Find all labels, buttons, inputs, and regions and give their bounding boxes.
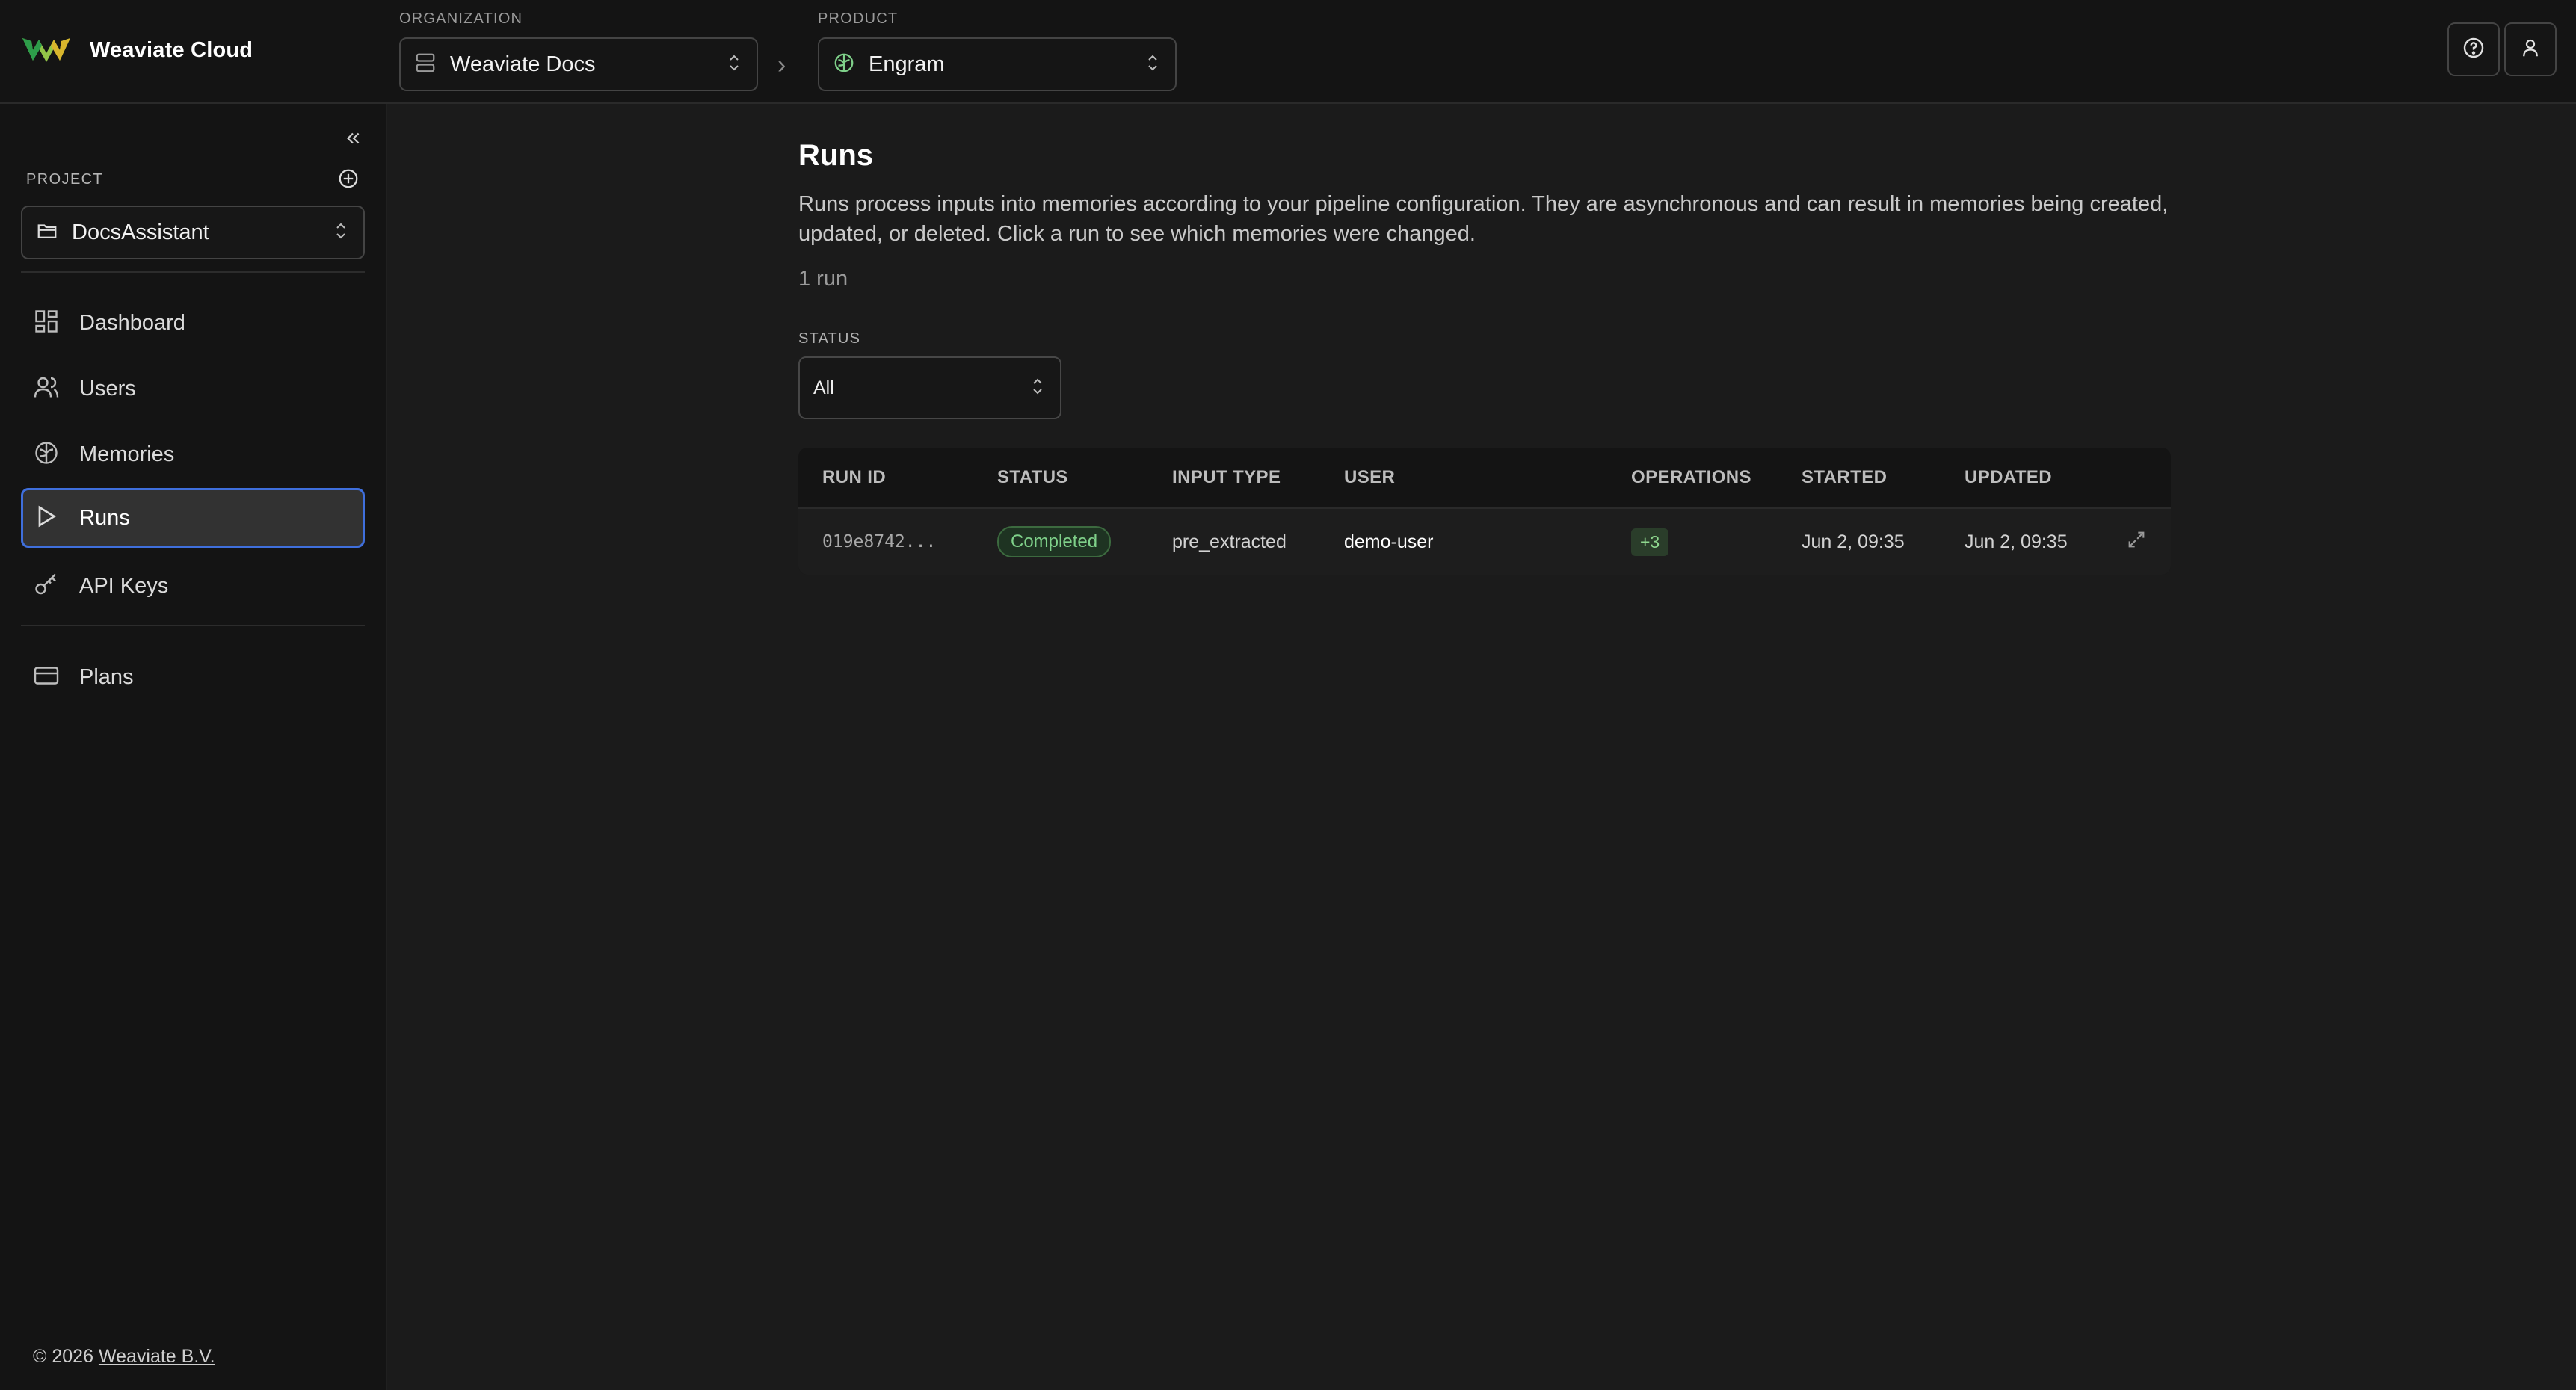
brand[interactable]: Weaviate Cloud	[19, 31, 253, 69]
product-caption: PRODUCT	[818, 10, 899, 27]
column-header-updated[interactable]: UPDATED	[1965, 467, 2052, 488]
product-value: Engram	[869, 52, 945, 76]
operations-badge: +3	[1631, 528, 1669, 556]
column-header-user[interactable]: USER	[1344, 467, 1395, 488]
project-value: DocsAssistant	[72, 220, 209, 244]
main-content: Runs Runs process inputs into memories a…	[798, 139, 2174, 575]
column-header-status[interactable]: STATUS	[997, 467, 1068, 488]
page-description: Runs process inputs into memories accord…	[798, 192, 2169, 246]
footer-company-link[interactable]: Weaviate B.V.	[99, 1346, 215, 1367]
status-filter-value: All	[813, 377, 834, 398]
chevrons-left-icon	[343, 129, 363, 152]
table-header: RUN ID STATUS INPUT TYPE USER OPERATIONS…	[798, 448, 2171, 509]
user-icon	[2519, 37, 2542, 63]
sidebar-item-users[interactable]: Users	[21, 359, 365, 418]
key-icon	[33, 571, 60, 602]
footer: © 2026 Weaviate B.V.	[33, 1346, 215, 1368]
chevron-up-down-icon	[332, 220, 350, 245]
play-icon	[33, 503, 60, 534]
sidebar-divider	[21, 625, 365, 626]
sidebar-item-label: Memories	[79, 442, 175, 466]
chevron-up-down-icon	[1029, 376, 1047, 401]
sidebar-item-label: Plans	[79, 664, 134, 689]
sidebar-item-plans[interactable]: Plans	[21, 647, 365, 707]
add-project-button[interactable]	[336, 168, 360, 192]
chevron-up-down-icon	[725, 52, 743, 77]
organization-caption: ORGANIZATION	[399, 10, 523, 27]
run-id-cell: 019e8742...	[822, 532, 937, 552]
chevron-up-down-icon	[1144, 52, 1162, 77]
breadcrumb-separator: ›	[777, 51, 786, 79]
column-header-operations[interactable]: OPERATIONS	[1631, 467, 1751, 488]
expand-icon	[2126, 529, 2147, 555]
brand-name: Weaviate Cloud	[90, 37, 253, 62]
users-icon	[33, 374, 60, 404]
sidebar-item-memories[interactable]: Memories	[21, 424, 365, 484]
sidebar-item-api-keys[interactable]: API Keys	[21, 556, 365, 616]
weaviate-logo-icon	[19, 31, 73, 70]
account-button[interactable]	[2504, 22, 2557, 76]
plus-circle-icon	[337, 167, 360, 194]
product-selector-group: PRODUCT Engram	[818, 10, 1177, 91]
status-filter-caption: STATUS	[798, 330, 861, 347]
user-cell: demo-user	[1344, 531, 1434, 552]
project-caption: PROJECT	[26, 171, 104, 188]
sidebar: PROJECT DocsAssistant Dashboard Users Me…	[0, 104, 387, 1390]
sidebar-divider	[21, 271, 365, 273]
status-cell: Completed	[997, 509, 1112, 575]
sidebar-item-label: Runs	[79, 505, 130, 530]
brain-icon	[33, 439, 60, 470]
status-badge: Completed	[997, 526, 1112, 557]
organization-select[interactable]: Weaviate Docs	[399, 37, 758, 91]
brain-icon	[833, 52, 855, 78]
help-circle-icon	[2462, 36, 2486, 64]
sidebar-item-dashboard[interactable]: Dashboard	[21, 293, 365, 353]
dashboard-icon	[33, 308, 60, 339]
status-filter-select[interactable]: All	[798, 356, 1061, 419]
table-row[interactable]: 019e8742... Completed pre_extracted demo…	[798, 509, 2171, 575]
project-select[interactable]: DocsAssistant	[21, 206, 365, 259]
folder-icon	[36, 220, 58, 246]
app-root: Weaviate Cloud ORGANIZATION Weaviate Doc…	[0, 0, 2576, 1390]
open-run-button[interactable]	[2126, 509, 2147, 575]
column-header-input-type[interactable]: INPUT TYPE	[1172, 467, 1281, 488]
sidebar-item-label: Users	[79, 376, 136, 401]
column-header-run-id[interactable]: RUN ID	[822, 467, 886, 488]
server-icon	[414, 52, 437, 78]
organization-selector-group: ORGANIZATION Weaviate Docs	[399, 10, 758, 91]
sidebar-item-runs[interactable]: Runs	[21, 488, 365, 548]
run-count: 1 run	[798, 267, 848, 291]
started-cell: Jun 2, 09:35	[1802, 531, 1905, 552]
runs-table: RUN ID STATUS INPUT TYPE USER OPERATIONS…	[798, 448, 2171, 575]
organization-value: Weaviate Docs	[450, 52, 596, 76]
operations-cell: +3	[1631, 509, 1669, 575]
column-header-started[interactable]: STARTED	[1802, 467, 1887, 488]
sidebar-item-label: Dashboard	[79, 310, 185, 335]
collapse-sidebar-button[interactable]	[339, 126, 366, 153]
product-select[interactable]: Engram	[818, 37, 1177, 91]
credit-card-icon	[33, 662, 60, 693]
sidebar-item-label: API Keys	[79, 573, 169, 598]
updated-cell: Jun 2, 09:35	[1965, 531, 2068, 552]
top-bar: Weaviate Cloud ORGANIZATION Weaviate Doc…	[0, 0, 2576, 104]
input-type-cell: pre_extracted	[1172, 531, 1287, 552]
footer-copyright: © 2026	[33, 1346, 93, 1367]
page-title: Runs	[798, 139, 873, 172]
help-button[interactable]	[2447, 22, 2500, 76]
